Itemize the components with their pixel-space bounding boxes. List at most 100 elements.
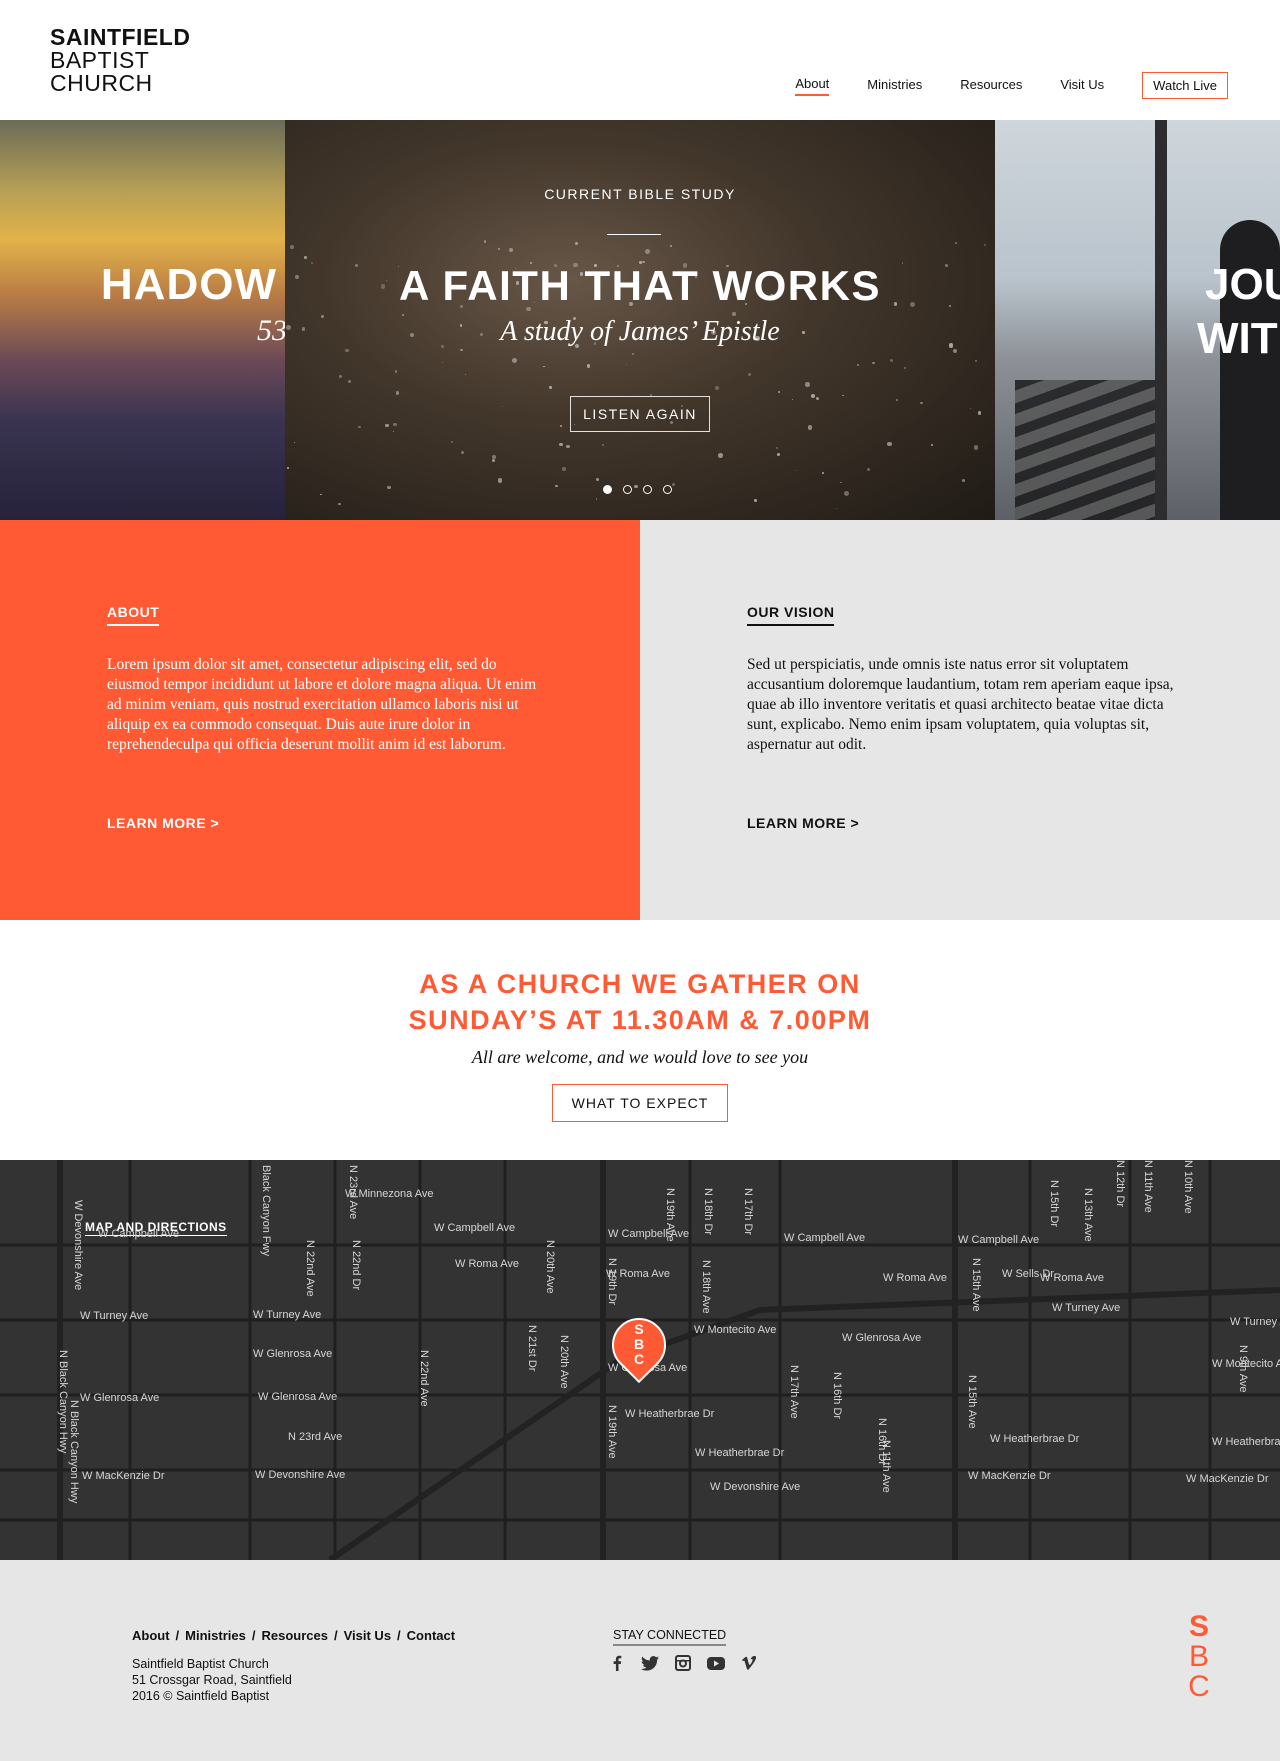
street-label: W Devonshire Ave — [72, 1200, 84, 1291]
facebook-icon[interactable] — [608, 1654, 626, 1672]
street-label: W Devonshire Ave — [255, 1469, 346, 1481]
about-learn-more-link[interactable]: LEARN MORE > — [107, 815, 219, 831]
footer-link-visit-us[interactable]: Visit Us — [344, 1628, 391, 1643]
street-label: N 15th Dr — [1048, 1180, 1060, 1228]
carousel-dot-3[interactable] — [643, 485, 652, 494]
footer-address: Saintfield Baptist Church 51 Crossgar Ro… — [132, 1656, 292, 1704]
street-label: W Heatherbrae Dr — [625, 1408, 715, 1420]
youtube-icon[interactable] — [707, 1654, 725, 1672]
street-label: W Campbell Ave — [434, 1222, 516, 1234]
twitter-icon[interactable] — [641, 1654, 659, 1672]
next-slide-title-line-2: WIT — [1197, 314, 1278, 363]
hero-carousel: HADOW 53 JOU WIT CURRENT BIBLE STUDY A F… — [0, 120, 1280, 520]
street-label: W Glenrosa Ave — [258, 1391, 338, 1403]
street-label: W Glenrosa Ave — [253, 1348, 333, 1360]
vision-body: Sed ut perspiciatis, unde omnis iste nat… — [747, 656, 1174, 753]
logo-line-1: SAINTFIELD — [50, 24, 191, 50]
logo-line-3: CHURCH — [50, 70, 153, 96]
street-label: W Turney Ave — [253, 1309, 322, 1321]
street-label: W Turney Ave — [1052, 1302, 1121, 1314]
street-label: N 13th Ave — [1082, 1188, 1094, 1242]
hero-title: A FAITH THAT WORKS — [399, 262, 881, 309]
carousel-dot-4[interactable] — [663, 485, 672, 494]
street-label: Black Canyon Fwy — [260, 1165, 272, 1257]
vision-learn-more-link[interactable]: LEARN MORE > — [747, 815, 859, 831]
street-label: N 21st Dr — [526, 1325, 538, 1372]
street-label: W Montecito Ave — [694, 1324, 777, 1336]
footer-separator: / — [333, 1628, 338, 1643]
vimeo-icon[interactable] — [740, 1654, 758, 1672]
footer-separator: / — [251, 1628, 256, 1643]
street-label: N 10th Ave — [1182, 1160, 1194, 1214]
street-label: N 19th Ave — [664, 1188, 676, 1242]
hero-slide-previous[interactable]: HADOW 53 — [0, 120, 287, 520]
brand-mark-b: B — [1188, 1640, 1209, 1673]
site-footer: About / Ministries / Resources / Visit U… — [0, 1560, 1280, 1761]
window-pillar-image — [1155, 120, 1167, 520]
nav-item-ministries[interactable]: Ministries — [867, 77, 922, 95]
service-times-line-2: SUNDAY’S AT 11.30AM & 7.00PM — [408, 1005, 872, 1035]
footer-copyright: 2016 © Saintfield Baptist — [132, 1689, 270, 1703]
previous-slide-title: HADOW — [100, 260, 277, 309]
street-label: W MacKenzie Dr — [968, 1470, 1051, 1482]
street-label: N 18th Dr — [702, 1188, 714, 1236]
street-label: N 22nd Ave — [418, 1350, 430, 1407]
footer-link-resources[interactable]: Resources — [261, 1628, 327, 1643]
about-section: ABOUT Lorem ipsum dolor sit amet, consec… — [0, 520, 640, 920]
hero-divider — [607, 234, 661, 235]
street-label: N 9th Ave — [1237, 1345, 1249, 1393]
street-label: N 22nd Dr — [350, 1240, 362, 1291]
street-label: N 22nd Ave — [304, 1240, 316, 1297]
street-label: W Glenrosa Ave — [80, 1392, 160, 1404]
stay-connected-heading: STAY CONNECTED — [613, 1628, 727, 1646]
carousel-dot-2[interactable] — [623, 485, 632, 494]
footer-church-name: Saintfield Baptist Church — [132, 1657, 269, 1671]
nav-item-visit-us[interactable]: Visit Us — [1060, 77, 1104, 95]
watch-live-button[interactable]: Watch Live — [1142, 72, 1228, 99]
vision-section: OUR VISION Sed ut perspiciatis, unde omn… — [640, 520, 1280, 920]
brand-mark-s: S — [1188, 1610, 1209, 1643]
street-label: N 12th Dr — [1114, 1160, 1126, 1208]
street-label: N 15th Ave — [966, 1375, 978, 1429]
street-label: N 11th Ave — [1142, 1160, 1154, 1213]
logo-line-2: BAPTIST — [50, 47, 150, 73]
what-to-expect-button[interactable]: WHAT TO EXPECT — [552, 1084, 728, 1122]
street-label: N Black Canyon Hwy — [68, 1400, 80, 1504]
footer-link-ministries[interactable]: Ministries — [185, 1628, 246, 1643]
street-label: N 16th Dr — [831, 1372, 843, 1420]
street-label: W Devonshire Ave — [710, 1481, 801, 1493]
footer-separator: / — [397, 1628, 401, 1643]
main-nav: About Ministries Resources Visit Us Watc… — [757, 72, 1228, 99]
service-times-heading: AS A CHURCH WE GATHER ON SUNDAY’S AT 11.… — [0, 966, 1280, 1038]
social-links — [608, 1654, 773, 1672]
airport-chairs-image — [1015, 380, 1165, 520]
street-label: N 17th Ave — [788, 1365, 800, 1419]
street-label: W Roma Ave — [883, 1272, 947, 1284]
nav-item-resources[interactable]: Resources — [960, 77, 1022, 95]
nav-item-about[interactable]: About — [795, 76, 830, 96]
listen-again-button[interactable]: LISTEN AGAIN — [570, 396, 710, 432]
service-times-subtitle: All are welcome, and we would love to se… — [471, 1047, 809, 1067]
site-logo[interactable]: SAINTFIELD BAPTIST CHURCH — [50, 26, 190, 95]
pin-letter-s: S — [634, 1321, 644, 1337]
street-label: N 18th Ave — [700, 1260, 712, 1314]
instagram-icon[interactable] — [674, 1654, 692, 1672]
street-label: W Heatherbrae Dr — [695, 1447, 785, 1459]
about-heading: ABOUT — [107, 604, 160, 626]
street-label: N 19th Dr — [606, 1258, 618, 1306]
map-directions[interactable]: MAP AND DIRECTIONS W Minnezona Ave W Camp… — [0, 1160, 1280, 1560]
street-label: N 20th Ave — [558, 1335, 570, 1389]
street-label: W MacKenzie Dr — [1186, 1473, 1269, 1485]
hero-slide-next[interactable]: JOU WIT — [995, 120, 1280, 520]
footer-brand-mark: S B C — [1184, 1612, 1214, 1702]
footer-link-about[interactable]: About — [132, 1628, 170, 1643]
street-label: W Heatherbrae Dr — [1212, 1436, 1280, 1448]
vision-heading: OUR VISION — [747, 604, 835, 626]
carousel-dot-1[interactable] — [603, 485, 612, 494]
street-label: N 11th Ave — [880, 1440, 892, 1493]
street-label: N 19th Ave — [606, 1405, 618, 1459]
street-label: N 15th Ave — [970, 1258, 982, 1312]
footer-link-contact[interactable]: Contact — [407, 1628, 455, 1643]
carousel-dots — [603, 485, 683, 494]
pin-letter-c: C — [633, 1351, 645, 1367]
